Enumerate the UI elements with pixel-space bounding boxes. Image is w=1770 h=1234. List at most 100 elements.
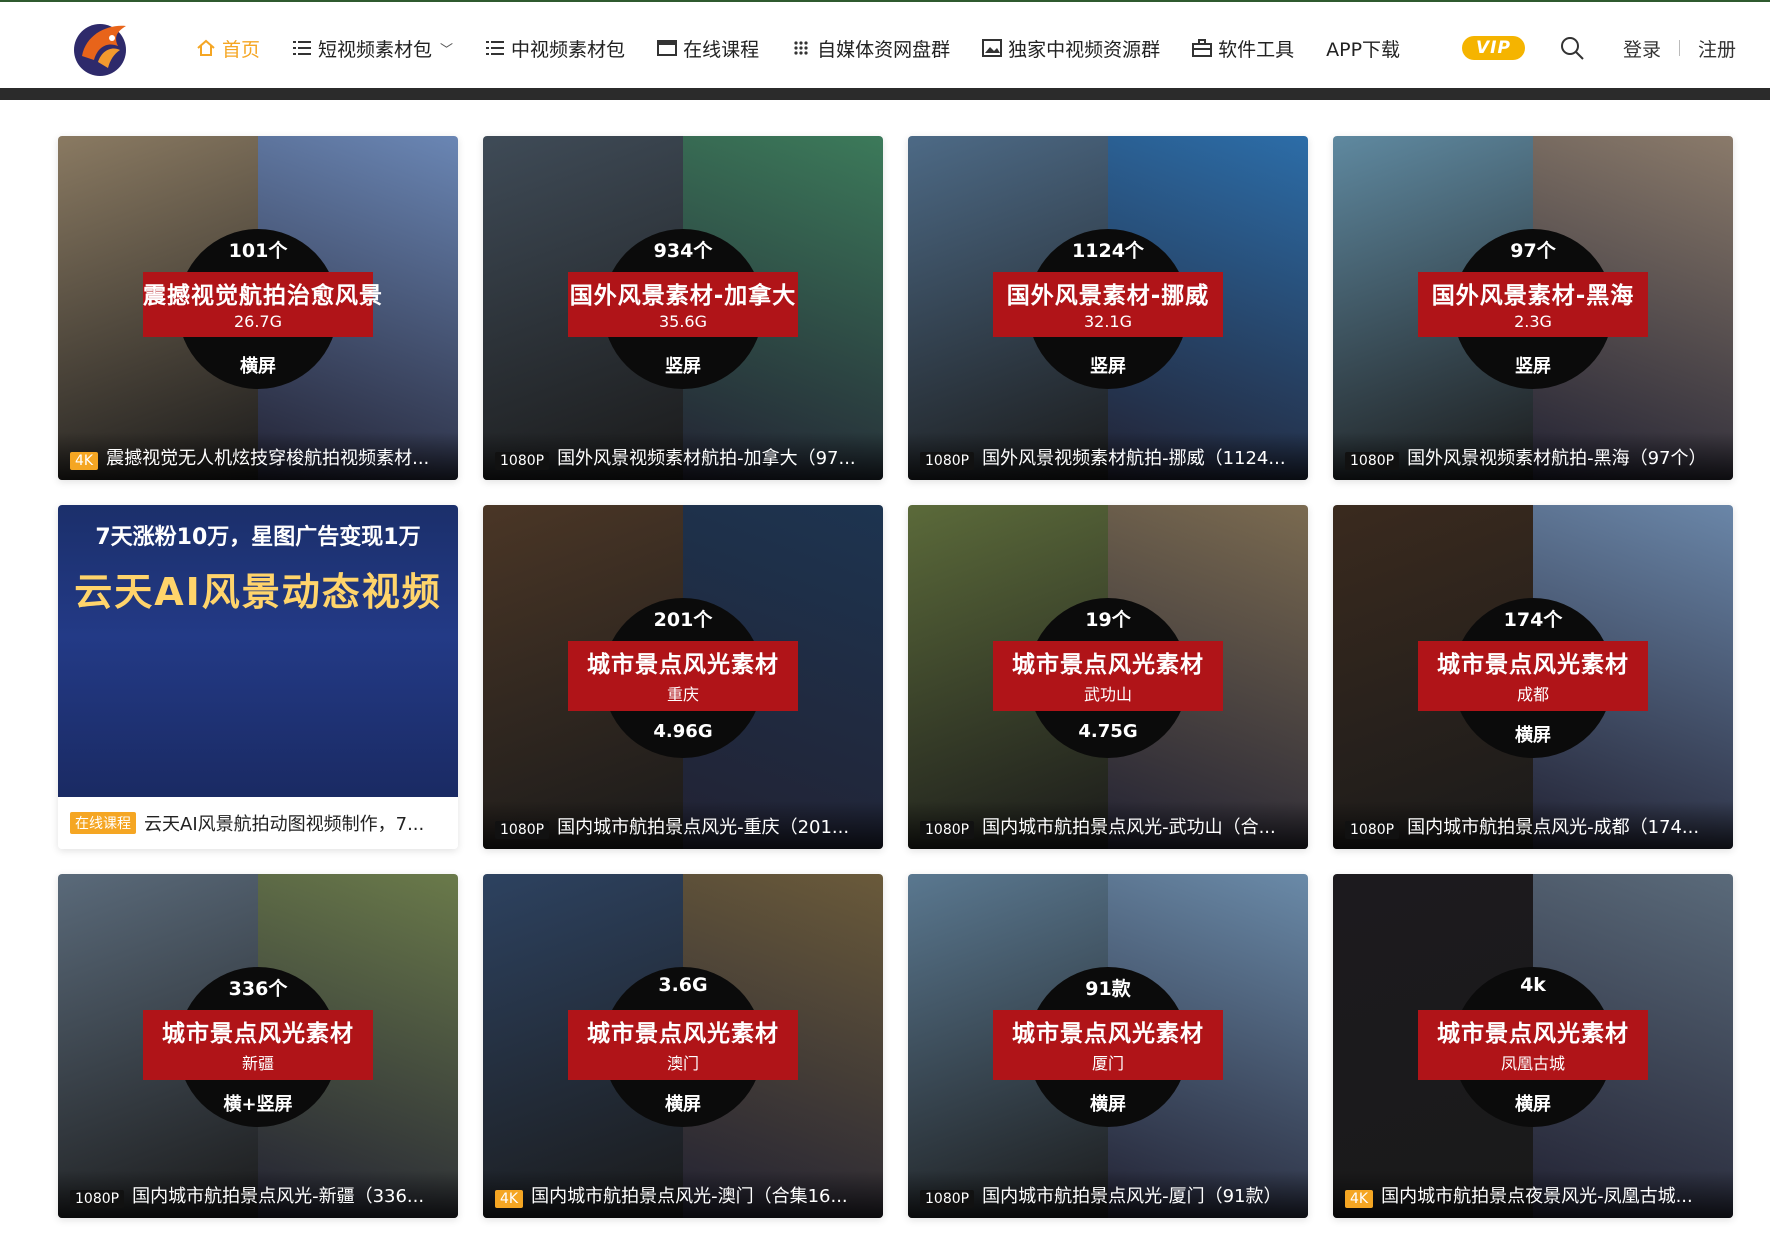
format-label: 4.75G <box>1078 721 1138 742</box>
card-subheading: 重庆 <box>666 685 699 704</box>
card-heading: 城市景点风光素材 <box>1012 1021 1204 1047</box>
card-title-text: 国内城市航拍景点风光-武功山（合... <box>982 817 1276 838</box>
card-subheading: 成都 <box>1516 685 1549 704</box>
card-subheading: 26.7G <box>233 312 283 331</box>
resource-card[interactable]: 934个 国外风景素材-加拿大 35.6G 竖屏 1080P 国外风景视频素材航拍-加拿大… <box>483 136 883 480</box>
format-label: 横屏 <box>1515 1094 1551 1115</box>
register-link[interactable]: 注册 <box>1698 35 1736 62</box>
item-count: 101个 <box>228 240 288 262</box>
card-subheading: 2.3G <box>1514 312 1552 331</box>
quality-badge: 4K <box>70 452 99 470</box>
card-heading: 城市景点风光素材 <box>587 652 779 678</box>
resource-card[interactable]: 7天涨粉10万，星图广告变现1万 云天AI风景动态视频 在线课程 云天AI风景航拍动图… <box>58 505 458 849</box>
card-caption[interactable]: 在线课程 云天AI风景航拍动图视频制作，7... <box>58 797 458 849</box>
resource-card[interactable]: 4k 城市景点风光素材 凤凰古城 横屏 4K 国内城市航拍景点夜景风光-凤凰古城... <box>1333 874 1733 1218</box>
nav-mid-video-pack[interactable]: 中视频素材包 <box>485 35 625 62</box>
card-caption[interactable]: 1080P 国内城市航拍景点风光-武功山（合... <box>908 801 1308 849</box>
title-band: 国外风景素材-挪威 32.1G <box>993 272 1223 337</box>
resource-card[interactable]: 1124个 国外风景素材-挪威 32.1G 竖屏 1080P 国外风景视频素材航拍-挪威（… <box>908 136 1308 480</box>
toolbox-icon <box>1192 38 1213 58</box>
card-caption[interactable]: 1080P 国外风景视频素材航拍-挪威（1124... <box>908 432 1308 480</box>
image-icon <box>982 38 1003 58</box>
card-subheading: 凤凰古城 <box>1500 1054 1565 1073</box>
item-count: 336个 <box>228 978 288 1000</box>
card-caption[interactable]: 1080P 国外风景视频素材航拍-黑海（97个） <box>1333 432 1733 480</box>
title-band: 城市景点风光素材厦门 <box>993 1010 1223 1080</box>
card-caption[interactable]: 1080P 国内城市航拍景点风光-厦门（91款） <box>908 1170 1308 1218</box>
nav-home[interactable]: 首页 <box>196 35 260 62</box>
nav-media-netdisk-group[interactable]: 自媒体资网盘群 <box>791 35 950 62</box>
card-caption[interactable]: 1080P 国内城市航拍景点风光-成都（174... <box>1333 801 1733 849</box>
ad-banner[interactable]: 7天涨粉10万，星图广告变现1万 云天AI风景动态视频 <box>58 505 458 797</box>
login-link[interactable]: 登录 <box>1623 35 1661 62</box>
nav-label: 软件工具 <box>1218 38 1295 61</box>
quality-badge: 1080P <box>920 452 975 470</box>
quality-badge: 1080P <box>70 1190 125 1208</box>
card-caption[interactable]: 4K 震撼视觉无人机炫技穿梭航拍视频素材... <box>58 432 458 480</box>
card-subheading: 新疆 <box>241 1054 274 1073</box>
item-count: 3.6G <box>658 974 708 996</box>
card-subheading: 35.6G <box>658 312 708 331</box>
quality-badge: 1080P <box>1345 821 1400 839</box>
item-count: 97个 <box>1510 240 1556 262</box>
format-label: 竖屏 <box>1515 356 1551 377</box>
card-title-text: 云天AI风景航拍动图视频制作，7... <box>144 814 425 835</box>
header-tools: VIP 登录 注册 <box>1462 28 1736 68</box>
window-icon <box>657 38 678 58</box>
search-icon[interactable] <box>1559 35 1585 61</box>
nav-app-download[interactable]: APP下载 <box>1326 35 1400 62</box>
course-badge: 在线课程 <box>70 812 136 834</box>
card-caption[interactable]: 1080P 国外风景视频素材航拍-加拿大（97... <box>483 432 883 480</box>
card-title-text: 国内城市航拍景点风光-澳门（合集16... <box>531 1186 848 1207</box>
resource-card[interactable]: 201个城市景点风光素材重庆 4.96G 1080P 国内城市航拍景点风光-重庆（20… <box>483 505 883 849</box>
nav-label: 短视频素材包 <box>318 38 433 61</box>
card-title-text: 国内城市航拍景点风光-新疆（336... <box>132 1186 425 1207</box>
item-count: 934个 <box>653 240 713 262</box>
card-caption[interactable]: 1080P 国内城市航拍景点风光-重庆（201... <box>483 801 883 849</box>
card-heading: 国外风景素材-黑海 <box>1431 283 1635 309</box>
site-logo[interactable] <box>68 16 138 78</box>
resource-card[interactable]: 174个城市景点风光素材成都横屏 1080P 国内城市航拍景点风光-成都（174..… <box>1333 505 1733 849</box>
main-nav: 首页 短视频素材包 ﹀ 中视频素材包 在线课程 自媒体资网盘群 独家中视频资源群… <box>196 28 1432 68</box>
divider <box>1678 40 1680 56</box>
format-label: 横屏 <box>1515 725 1551 746</box>
nav-online-course[interactable]: 在线课程 <box>657 35 759 62</box>
card-title-text: 国内城市航拍景点风光-重庆（201... <box>557 817 850 838</box>
resource-card[interactable]: 91款 城市景点风光素材 厦门 横屏 1080P 国内城市航拍景点风光-厦门（91款） <box>908 874 1308 1218</box>
quality-badge: 1080P <box>920 821 975 839</box>
nav-label: 首页 <box>222 38 261 61</box>
resource-card[interactable]: 3.6G 城市景点风光素材 澳门 横屏 4K 国内城市航拍景点风光-澳门（合集16... <box>483 874 883 1218</box>
site-header: 首页 短视频素材包 ﹀ 中视频素材包 在线课程 自媒体资网盘群 独家中视频资源群… <box>0 2 1770 88</box>
card-caption[interactable]: 4K 国内城市航拍景点风光-澳门（合集16... <box>483 1170 883 1218</box>
card-caption[interactable]: 1080P 国内城市航拍景点风光-新疆（336... <box>58 1170 458 1218</box>
card-heading: 国外风景素材-挪威 <box>1006 283 1210 309</box>
card-heading: 城市景点风光素材 <box>162 1021 354 1047</box>
nav-label: 独家中视频资源群 <box>1008 38 1161 61</box>
resource-card[interactable]: 97个国外风景素材-黑海 2.3G 竖屏 1080P 国外风景视频素材航拍-黑海（97个… <box>1333 136 1733 480</box>
item-count: 19个 <box>1085 609 1131 631</box>
nav-short-video-pack[interactable]: 短视频素材包 ﹀ <box>292 35 453 62</box>
list-icon <box>292 38 312 58</box>
card-title-text: 国内城市航拍景点夜景风光-凤凰古城... <box>1381 1186 1693 1207</box>
title-band: 城市景点风光素材 澳门 <box>568 1010 798 1080</box>
resource-card[interactable]: 101个 震撼视觉航拍治愈风景 26.7G 横屏 4K 震撼视觉无人机炫技穿梭航拍视频素材… <box>58 136 458 480</box>
format-label: 横屏 <box>1090 1094 1126 1115</box>
item-count: 1124个 <box>1072 240 1144 262</box>
vip-button[interactable]: VIP <box>1462 36 1525 60</box>
item-count: 174个 <box>1503 609 1563 631</box>
nav-exclusive-resource-group[interactable]: 独家中视频资源群 <box>982 35 1160 62</box>
nav-label: 中视频素材包 <box>511 38 626 61</box>
card-caption[interactable]: 4K 国内城市航拍景点夜景风光-凤凰古城... <box>1333 1170 1733 1218</box>
resource-card[interactable]: 19个城市景点风光素材 武功山 4.75G 1080P 国内城市航拍景点风光-武功山（合… <box>908 505 1308 849</box>
card-heading: 城市景点风光素材 <box>1437 652 1629 678</box>
title-band: 城市景点风光素材成都 <box>1418 641 1648 711</box>
resource-card[interactable]: 336个 城市景点风光素材 新疆 横+竖屏 1080P 国内城市航拍景点风光-新疆（336… <box>58 874 458 1218</box>
item-count: 4k <box>1520 974 1546 996</box>
header-shadow-bar <box>0 88 1770 100</box>
nav-software-tools[interactable]: 软件工具 <box>1192 35 1294 62</box>
card-subheading: 厦门 <box>1091 1054 1124 1073</box>
item-count: 201个 <box>653 609 713 631</box>
format-label: 4.96G <box>653 721 713 742</box>
title-band: 城市景点风光素材 武功山 <box>993 641 1223 711</box>
card-title-text: 震撼视觉无人机炫技穿梭航拍视频素材... <box>106 448 430 469</box>
